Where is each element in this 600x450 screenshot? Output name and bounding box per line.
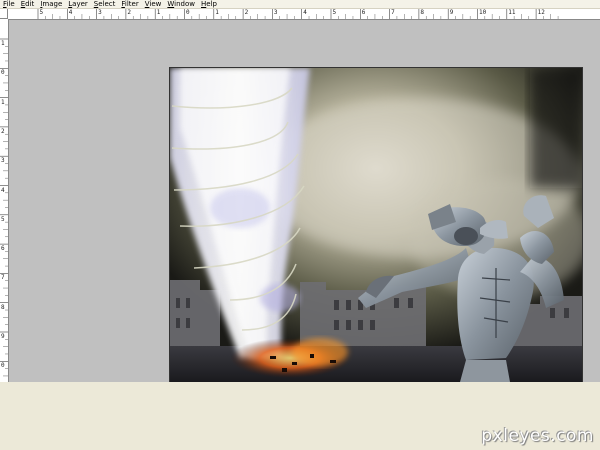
menu-bar: File Edit Image Layer Select Filter View… xyxy=(0,0,600,9)
ruler-label: 8 xyxy=(420,9,425,16)
ruler-label: 4 xyxy=(68,9,73,16)
watermark-logo: pxleyes.com xyxy=(481,426,594,446)
status-area: pxleyes.com xyxy=(0,382,600,450)
ruler-label: 3 xyxy=(273,9,278,16)
menu-view[interactable]: View xyxy=(145,0,162,8)
ruler-label: 1 xyxy=(1,40,5,47)
ruler-label: 9 xyxy=(449,9,454,16)
menu-select[interactable]: Select xyxy=(94,0,116,8)
menu-layer[interactable]: Layer xyxy=(68,0,88,8)
menu-window[interactable]: Window xyxy=(167,0,195,8)
ruler-label: 5 xyxy=(1,215,5,223)
ruler-label: 10 xyxy=(479,9,487,16)
ruler-label: 0 xyxy=(1,69,5,77)
horizontal-ruler[interactable]: 5 4 3 2 1 0 1 2 3 4 5 6 7 8 9 10 11 12 xyxy=(8,9,600,20)
ruler-label: 9 xyxy=(1,333,5,340)
ruler-label: 2 xyxy=(244,9,249,16)
ruler-label: 4 xyxy=(303,9,307,16)
ruler-label: 11 xyxy=(508,9,516,16)
ruler-label: 2 xyxy=(127,9,132,16)
ruler-label: 7 xyxy=(1,274,5,282)
ruler-label: 0 xyxy=(186,9,190,16)
ruler-label: 6 xyxy=(1,245,5,253)
ruler-label: 12 xyxy=(537,9,545,16)
ruler-label: 1 xyxy=(215,9,219,16)
ruler-corner[interactable] xyxy=(0,9,8,19)
menu-file[interactable]: File xyxy=(3,0,15,8)
menu-filter[interactable]: Filter xyxy=(121,0,138,8)
menu-edit[interactable]: Edit xyxy=(21,0,35,8)
ruler-label: 1 xyxy=(1,98,5,106)
menu-image[interactable]: Image xyxy=(40,0,62,8)
ruler-label: 7 xyxy=(391,9,395,16)
ruler-label: 3 xyxy=(1,157,5,165)
ruler-label: 6 xyxy=(361,9,366,16)
ruler-label: 4 xyxy=(1,186,5,194)
document-canvas[interactable] xyxy=(170,68,582,382)
ruler-label: 5 xyxy=(332,9,337,16)
ruler-label: 8 xyxy=(1,303,5,311)
ruler-label: 2 xyxy=(1,127,5,135)
ruler-label: 1 xyxy=(156,9,161,16)
vertical-ruler[interactable]: 1 0 1 2 3 4 5 6 7 8 9 0 xyxy=(0,19,9,382)
tornado-robot-artwork xyxy=(170,68,582,382)
ruler-label: 0 xyxy=(1,362,5,370)
ruler-label: 3 xyxy=(98,9,102,16)
ruler-label: 5 xyxy=(39,9,44,16)
menu-help[interactable]: Help xyxy=(201,0,217,8)
